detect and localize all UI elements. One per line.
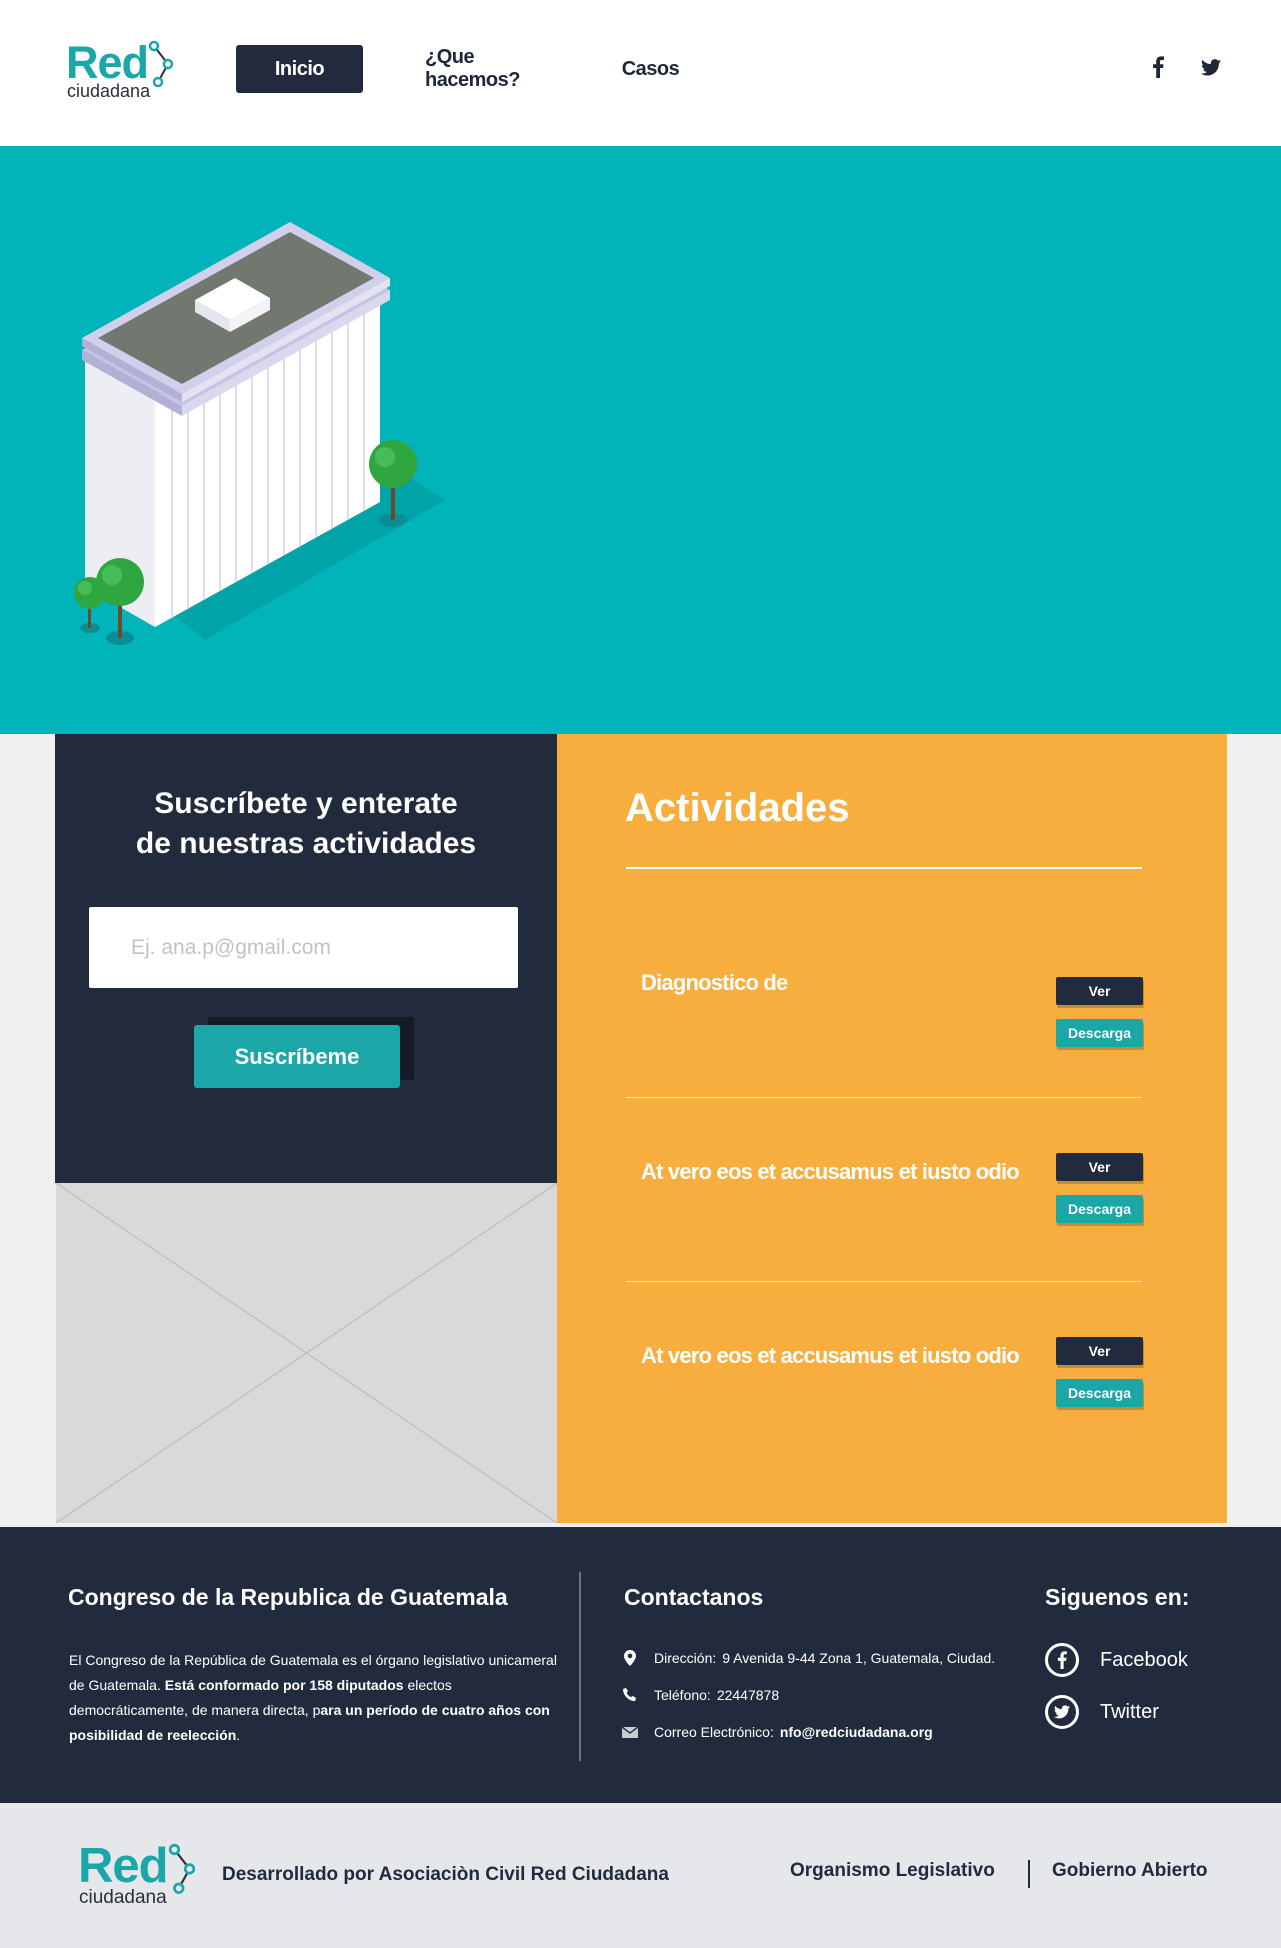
activity-title: At vero eos et accusamus et iusto odio: [641, 1159, 1020, 1184]
facebook-icon: [1045, 1643, 1079, 1677]
logo-word: Red: [78, 1839, 169, 1893]
twitter-icon[interactable]: [1196, 50, 1226, 84]
hero-banner: [0, 146, 1281, 734]
activity-title: Diagnostico de: [641, 970, 788, 995]
contact-email: Correo Electrónico: nfo@redciudadana.org: [621, 1720, 933, 1744]
red-ciudadana-logo[interactable]: Red ciudadana: [66, 40, 176, 104]
facebook-label: Facebook: [1100, 1648, 1188, 1671]
logo-network-icon: [148, 40, 174, 88]
contact-heading: Contactanos: [624, 1584, 764, 1610]
subscribe-title-line1: Suscríbete y enterate: [154, 787, 458, 820]
organismo-legislativo-link[interactable]: Organismo Legislativo: [790, 1860, 995, 1882]
subscribe-title-line2: de nuestras actividades: [135, 827, 477, 860]
contact-label: Teléfono:: [654, 1687, 711, 1703]
contact-value: 9 Avenida 9-44 Zona 1, Guatemala, Ciudad…: [722, 1650, 996, 1666]
subscribe-panel: Suscríbete y enterate de nuestras activi…: [55, 734, 557, 1183]
view-button[interactable]: Ver: [1056, 1337, 1143, 1365]
logo-word: Red: [66, 37, 149, 88]
activities-divider: [626, 867, 1142, 869]
building-illustration: [74, 222, 445, 645]
site-header: Red ciudadana Inicio ¿Que hacemos? Casos: [0, 0, 1281, 146]
contact-label: Correo Electrónico:: [654, 1724, 774, 1740]
contact-email-link[interactable]: nfo@redciudadana.org: [780, 1724, 933, 1740]
activity-title: At vero eos et accusamus et iusto odio: [641, 1343, 1020, 1368]
download-button[interactable]: Descarga: [1056, 1379, 1143, 1407]
location-pin-icon: [621, 1650, 639, 1666]
nav-que-hacemos[interactable]: ¿Que hacemos?: [425, 45, 565, 93]
mail-icon: [621, 1726, 639, 1738]
follow-heading: Siguenos en:: [1045, 1584, 1190, 1610]
footer-facebook-link[interactable]: Facebook: [1045, 1642, 1188, 1678]
subscribe-button[interactable]: Suscríbeme: [194, 1025, 400, 1088]
subscribe-title: Suscríbete y enterate de nuestras activi…: [55, 784, 557, 864]
contact-label: Dirección:: [654, 1650, 717, 1666]
logo-network-icon: [168, 1843, 196, 1894]
gobierno-abierto-link[interactable]: Gobierno Abierto: [1052, 1860, 1208, 1882]
image-placeholder: [56, 1183, 557, 1523]
download-button[interactable]: Descarga: [1056, 1019, 1143, 1047]
phone-icon: [621, 1688, 639, 1702]
link-separator: [1028, 1860, 1030, 1888]
nav-inicio[interactable]: Inicio: [236, 45, 363, 93]
twitter-label: Twitter: [1100, 1700, 1159, 1723]
activity-separator: [626, 1281, 1142, 1282]
about-heading: Congreso de la Republica de Guatemala: [68, 1584, 508, 1610]
contact-phone: Teléfono: 22447878: [621, 1683, 779, 1707]
activities-title: Actividades: [625, 786, 850, 830]
red-ciudadana-logo[interactable]: Red ciudadana: [78, 1842, 208, 1912]
contact-value: 22447878: [716, 1687, 780, 1703]
bottom-bar: Red ciudadana Desarrollado por Asociaciò…: [0, 1803, 1281, 1948]
footer-divider: [579, 1572, 581, 1761]
activities-panel: Actividades Diagnostico de Ver Descarga …: [557, 734, 1227, 1523]
developed-by-text: Desarrollado por Asociaciòn Civil Red Ci…: [222, 1864, 669, 1885]
logo-subtitle: ciudadana: [67, 81, 151, 101]
logo-subtitle: ciudadana: [79, 1887, 167, 1908]
email-input[interactable]: [89, 907, 518, 988]
about-text: El Congreso de la República de Guatemala…: [69, 1652, 557, 1743]
facebook-icon[interactable]: [1143, 50, 1173, 84]
site-footer: Congreso de la Republica de Guatemala El…: [0, 1527, 1281, 1803]
contact-address: Dirección: 9 Avenida 9-44 Zona 1, Guatem…: [621, 1646, 995, 1670]
footer-twitter-link[interactable]: Twitter: [1045, 1694, 1159, 1730]
nav-casos[interactable]: Casos: [618, 45, 683, 93]
view-button[interactable]: Ver: [1056, 1153, 1143, 1181]
activity-separator: [626, 1097, 1142, 1098]
view-button[interactable]: Ver: [1056, 977, 1143, 1005]
twitter-icon: [1045, 1695, 1079, 1729]
download-button[interactable]: Descarga: [1056, 1195, 1143, 1223]
